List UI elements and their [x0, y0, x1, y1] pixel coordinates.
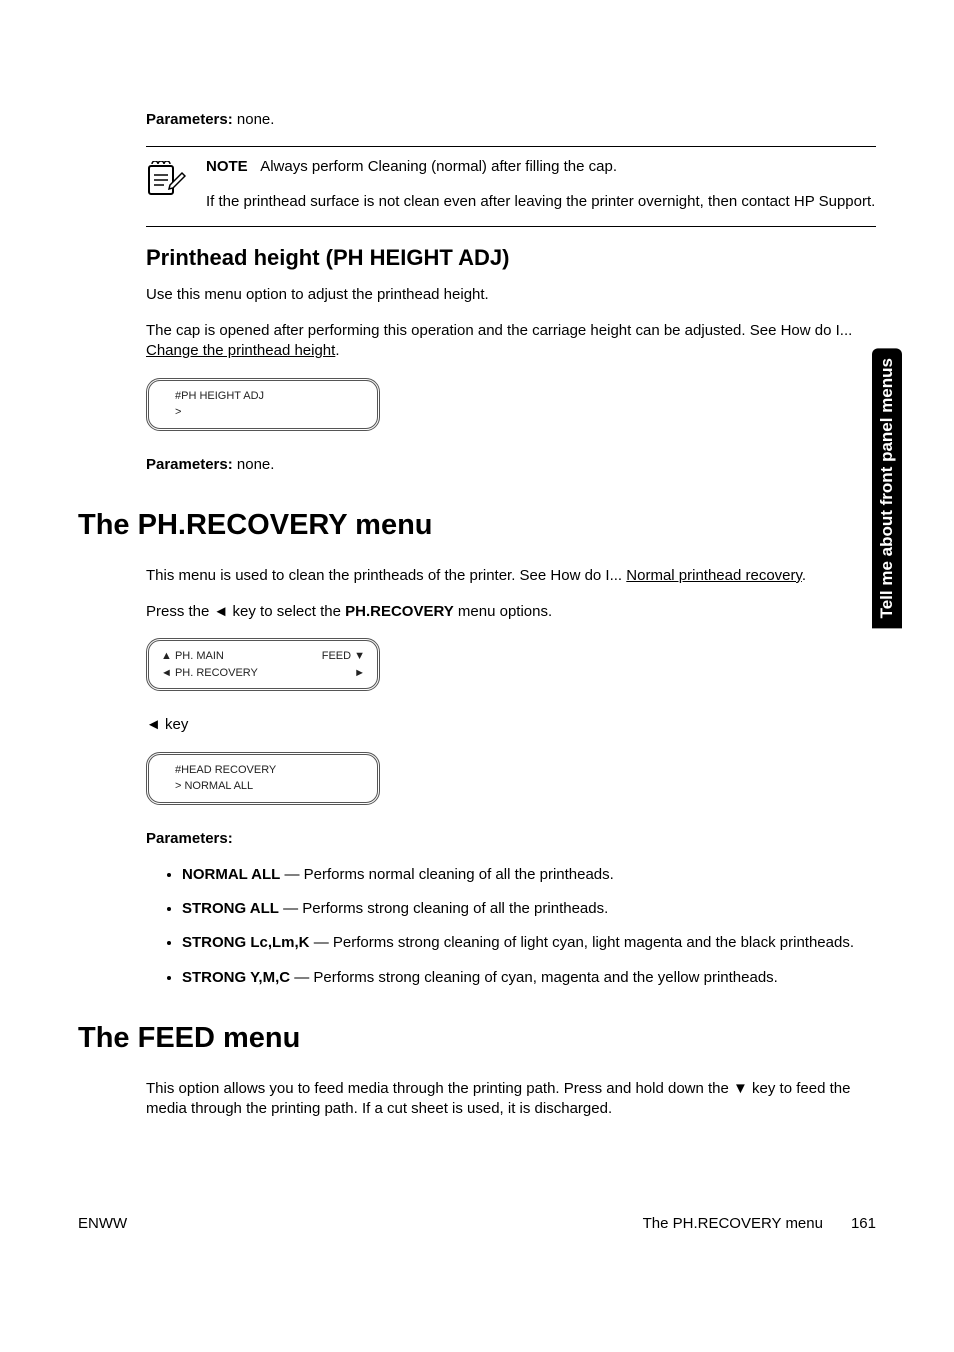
side-tab: Tell me about front panel menus [872, 348, 902, 628]
para-press-key: Press the ◄ key to select the PH.RECOVER… [146, 602, 876, 622]
content-area-2: This menu is used to clean the printhead… [146, 566, 876, 988]
lcd2-r2: ► [322, 665, 365, 682]
text-press-b: PH.RECOVERY [345, 603, 454, 620]
lcd-ph-height-adj: #PH HEIGHT ADJ > [146, 378, 380, 431]
list-item: STRONG ALL — Performs strong cleaning of… [182, 899, 876, 919]
parameters-none-2: Parameters: none. [146, 455, 876, 475]
lcd1-line2: > [161, 404, 264, 421]
param-desc: — Performs strong cleaning of all the pr… [279, 900, 608, 917]
text-rec-b: . [802, 567, 806, 584]
note-label: NOTE [206, 158, 248, 175]
content-area-3: This option allows you to feed media thr… [146, 1079, 876, 1120]
parameters-label-3: Parameters: [146, 829, 876, 849]
para-left-key: ◄ key [146, 715, 876, 735]
note-line2: If the printhead surface is not clean ev… [206, 192, 876, 212]
lcd-ph-main: ▲ PH. MAIN ◄ PH. RECOVERY FEED ▼ ► [146, 638, 380, 691]
lcd2-l1: ▲ PH. MAIN [161, 648, 258, 665]
parameters-label-2: Parameters: [146, 456, 233, 473]
list-item: STRONG Lc,Lm,K — Performs strong cleanin… [182, 933, 876, 953]
note-line1: Always perform Cleaning (normal) after f… [260, 158, 617, 175]
page: Parameters: none. NOTE Always perform Cl… [0, 0, 954, 1352]
text-cap-a: The cap is opened after performing this … [146, 322, 852, 339]
para-rec-intro: This menu is used to clean the printhead… [146, 566, 876, 586]
parameters-value-2: none. [233, 456, 275, 473]
param-name: NORMAL ALL [182, 866, 280, 883]
param-desc: — Performs strong cleaning of cyan, mage… [294, 969, 778, 986]
para-feed: This option allows you to feed media thr… [146, 1079, 876, 1120]
lcd2-r1: FEED ▼ [322, 648, 365, 665]
para-use-menu: Use this menu option to adjust the print… [146, 285, 876, 305]
footer-section-title: The PH.RECOVERY menu [643, 1215, 823, 1232]
note-text: NOTE Always perform Cleaning (normal) af… [206, 157, 876, 212]
text-press-c: menu options. [454, 603, 552, 620]
lcd-head-recovery: #HEAD RECOVERY > NORMAL ALL [146, 752, 380, 805]
parameters-label: Parameters: [146, 111, 233, 128]
link-normal-printhead-recovery[interactable]: Normal printhead recovery [626, 567, 802, 584]
param-name: STRONG Y,M,C [182, 969, 294, 986]
footer-page-number: 161 [851, 1215, 876, 1232]
para-cap-opened: The cap is opened after performing this … [146, 321, 876, 362]
parameters-value: none. [233, 111, 275, 128]
lcd1-line1: #PH HEIGHT ADJ [161, 388, 264, 405]
parameters-none-1: Parameters: none. [146, 110, 876, 130]
content-area: Parameters: none. NOTE Always perform Cl… [146, 110, 876, 475]
heading-printhead-height: Printhead height (PH HEIGHT ADJ) [146, 245, 876, 271]
link-change-printhead-height[interactable]: Change the printhead height [146, 342, 335, 359]
param-desc: — Performs normal cleaning of all the pr… [280, 866, 614, 883]
list-item: STRONG Y,M,C — Performs strong cleaning … [182, 968, 876, 988]
param-name: STRONG Lc,Lm,K [182, 934, 314, 951]
param-desc: — Performs strong cleaning of light cyan… [314, 934, 854, 951]
parameters-list: NORMAL ALL — Performs normal cleaning of… [182, 865, 876, 988]
text-cap-b: . [335, 342, 339, 359]
param-name: STRONG ALL [182, 900, 279, 917]
note-box: NOTE Always perform Cleaning (normal) af… [146, 146, 876, 227]
lcd2-l2: ◄ PH. RECOVERY [161, 665, 258, 682]
lcd3-l2: > NORMAL ALL [161, 778, 276, 795]
text-rec-a: This menu is used to clean the printhead… [146, 567, 626, 584]
note-icon [146, 157, 188, 212]
list-item: NORMAL ALL — Performs normal cleaning of… [182, 865, 876, 885]
footer: ENWW The PH.RECOVERY menu 161 [78, 1215, 876, 1232]
footer-left: ENWW [78, 1215, 127, 1232]
lcd3-l1: #HEAD RECOVERY [161, 762, 276, 779]
text-press-a: Press the ◄ key to select the [146, 603, 345, 620]
heading-ph-recovery-menu: The PH.RECOVERY menu [78, 509, 876, 542]
heading-feed-menu: The FEED menu [78, 1022, 876, 1055]
